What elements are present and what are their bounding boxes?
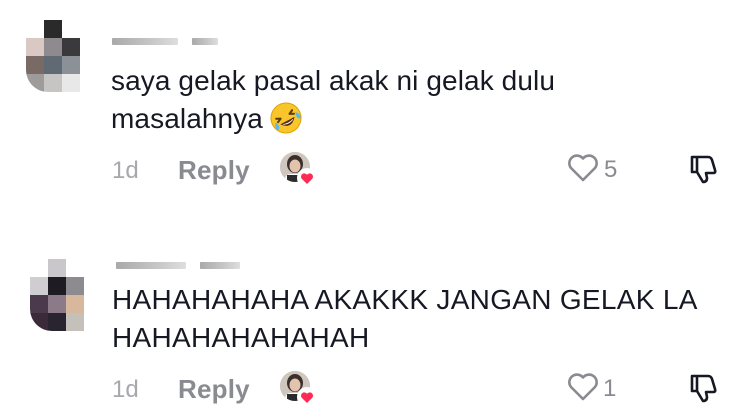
commenter-avatar[interactable] xyxy=(30,259,102,331)
rolling-laughing-emoji-icon xyxy=(270,102,302,134)
like-count: 1 xyxy=(603,375,617,402)
heart-icon xyxy=(297,168,317,188)
liked-by-creator-badge xyxy=(280,152,318,188)
commenter-username-blurred[interactable] xyxy=(112,38,218,45)
commenter-username-blurred[interactable] xyxy=(116,262,240,269)
commenter-avatar[interactable] xyxy=(26,20,98,92)
dislike-icon[interactable] xyxy=(686,152,720,186)
comment-text-content: saya gelak pasal akak ni gelak dulu masa… xyxy=(111,65,556,134)
comment-text: saya gelak pasal akak ni gelak dulu masa… xyxy=(111,62,651,138)
like-heart-icon[interactable] xyxy=(566,152,600,184)
reply-button[interactable]: Reply xyxy=(178,155,250,186)
comment-timestamp: 1d xyxy=(112,157,139,184)
comment-timestamp: 1d xyxy=(112,376,139,403)
comment-item: saya gelak pasal akak ni gelak dulu masa… xyxy=(0,0,750,205)
reply-button[interactable]: Reply xyxy=(178,374,250,405)
comment-item: HAHAHAHAHA AKAKKK JANGAN GELAK LA HAHAHA… xyxy=(0,235,750,414)
like-count: 5 xyxy=(604,156,618,183)
heart-icon xyxy=(297,387,317,407)
dislike-icon[interactable] xyxy=(686,371,720,405)
comment-meta-row: 1d Reply 1 xyxy=(0,369,750,409)
comment-text: HAHAHAHAHA AKAKKK JANGAN GELAK LA HAHAHA… xyxy=(112,284,697,353)
liked-by-creator-badge xyxy=(280,371,318,407)
like-heart-icon[interactable] xyxy=(566,371,600,403)
comment-meta-row: 1d Reply 5 xyxy=(0,150,750,190)
